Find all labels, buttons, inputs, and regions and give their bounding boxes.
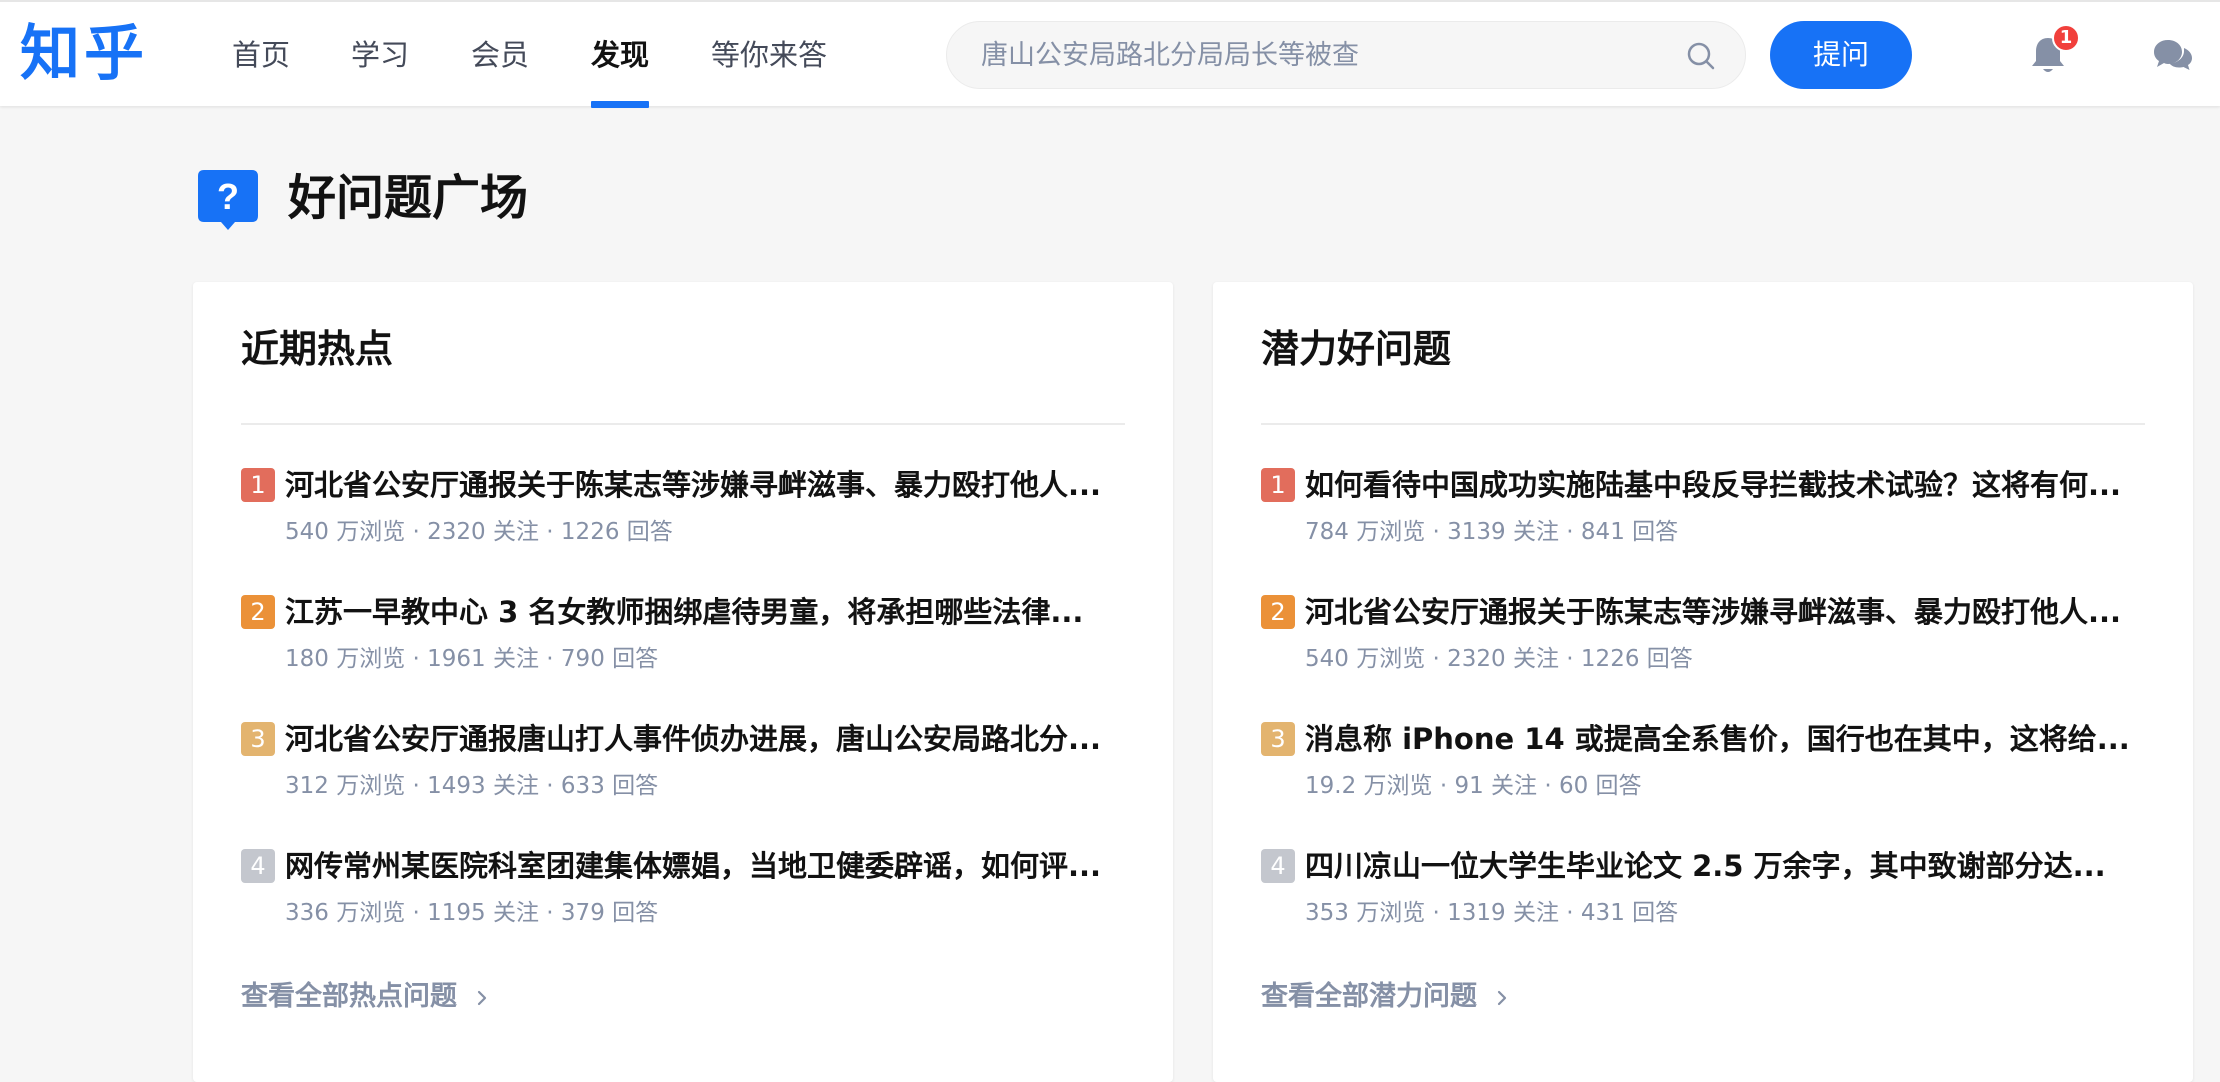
divider bbox=[241, 423, 1125, 425]
search-input[interactable] bbox=[981, 22, 1661, 88]
nav-tab-waiting-answers[interactable]: 等你来答 bbox=[711, 32, 827, 108]
divider bbox=[1261, 423, 2145, 425]
nav-tab-learn[interactable]: 学习 bbox=[351, 32, 409, 108]
question-stats: 180 万浏览 · 1961 关注 · 790 回答 bbox=[285, 641, 658, 677]
question-stats: 19.2 万浏览 · 91 关注 · 60 回答 bbox=[1305, 768, 1642, 804]
zhihu-logo[interactable]: 知乎 bbox=[20, 16, 148, 92]
potential-questions-card: 潜力好问题 1 如何看待中国成功实施陆基中段反导拦截技术试验？这将有何... 7… bbox=[1213, 282, 2193, 1082]
view-all-hot-link[interactable]: 查看全部热点问题 bbox=[241, 976, 488, 1018]
notification-badge: 1 bbox=[2052, 24, 2080, 52]
list-item[interactable]: 4 网传常州某医院科室团建集体嫖娼，当地卫健委辟谣，如何评... 336 万浏览… bbox=[241, 841, 1131, 951]
question-title[interactable]: 如何看待中国成功实施陆基中段反导拦截技术试验？这将有何... bbox=[1305, 460, 2151, 510]
link-label: 查看全部热点问题 bbox=[241, 981, 457, 1012]
question-title[interactable]: 河北省公安厅通报唐山打人事件侦办进展，唐山公安局路北分... bbox=[285, 714, 1131, 764]
list-item[interactable]: 1 河北省公安厅通报关于陈某志等涉嫌寻衅滋事、暴力殴打他人... 540 万浏览… bbox=[241, 460, 1131, 570]
question-stats: 336 万浏览 · 1195 关注 · 379 回答 bbox=[285, 895, 658, 931]
list-item[interactable]: 3 消息称 iPhone 14 或提高全系售价，国行也在其中，这将给... 19… bbox=[1261, 714, 2151, 824]
rank-badge: 1 bbox=[241, 468, 275, 502]
card-title: 潜力好问题 bbox=[1261, 324, 1451, 374]
svg-text:?: ? bbox=[217, 176, 239, 217]
rank-badge: 4 bbox=[241, 849, 275, 883]
question-title[interactable]: 消息称 iPhone 14 或提高全系售价，国行也在其中，这将给... bbox=[1305, 714, 2151, 764]
question-title[interactable]: 河北省公安厅通报关于陈某志等涉嫌寻衅滋事、暴力殴打他人... bbox=[285, 460, 1131, 510]
question-title[interactable]: 网传常州某医院科室团建集体嫖娼，当地卫健委辟谣，如何评... bbox=[285, 841, 1131, 891]
nav-tab-home[interactable]: 首页 bbox=[232, 32, 290, 108]
question-stats: 540 万浏览 · 2320 关注 · 1226 回答 bbox=[1305, 641, 1693, 677]
question-bubble-icon: ? bbox=[198, 170, 258, 232]
card-title: 近期热点 bbox=[241, 324, 393, 374]
question-title[interactable]: 江苏一早教中心 3 名女教师捆绑虐待男童，将承担哪些法律... bbox=[285, 587, 1131, 637]
chevron-right-icon bbox=[1496, 988, 1508, 1008]
list-item[interactable]: 3 河北省公安厅通报唐山打人事件侦办进展，唐山公安局路北分... 312 万浏览… bbox=[241, 714, 1131, 824]
search-bar bbox=[946, 21, 1746, 89]
link-label: 查看全部潜力问题 bbox=[1261, 981, 1477, 1012]
hot-topics-card: 近期热点 1 河北省公安厅通报关于陈某志等涉嫌寻衅滋事、暴力殴打他人... 54… bbox=[193, 282, 1173, 1082]
ask-question-button[interactable]: 提问 bbox=[1770, 21, 1912, 89]
rank-badge: 3 bbox=[1261, 722, 1295, 756]
question-title[interactable]: 河北省公安厅通报关于陈某志等涉嫌寻衅滋事、暴力殴打他人... bbox=[1305, 587, 2151, 637]
list-item[interactable]: 1 如何看待中国成功实施陆基中段反导拦截技术试验？这将有何... 784 万浏览… bbox=[1261, 460, 2151, 570]
question-title[interactable]: 四川凉山一位大学生毕业论文 2.5 万余字，其中致谢部分达... bbox=[1305, 841, 2151, 891]
question-stats: 312 万浏览 · 1493 关注 · 633 回答 bbox=[285, 768, 658, 804]
list-item[interactable]: 2 江苏一早教中心 3 名女教师捆绑虐待男童，将承担哪些法律... 180 万浏… bbox=[241, 587, 1131, 697]
search-icon[interactable] bbox=[1685, 40, 1717, 72]
nav-tab-membership[interactable]: 会员 bbox=[471, 32, 529, 108]
top-header: 知乎 首页 学习 会员 发现 等你来答 提问 1 bbox=[0, 0, 2220, 106]
rank-badge: 4 bbox=[1261, 849, 1295, 883]
view-all-potential-link[interactable]: 查看全部潜力问题 bbox=[1261, 976, 1508, 1018]
list-item[interactable]: 2 河北省公安厅通报关于陈某志等涉嫌寻衅滋事、暴力殴打他人... 540 万浏览… bbox=[1261, 587, 2151, 697]
rank-badge: 2 bbox=[1261, 595, 1295, 629]
rank-badge: 3 bbox=[241, 722, 275, 756]
chat-bubbles-icon[interactable] bbox=[2152, 36, 2194, 76]
question-stats: 353 万浏览 · 1319 关注 · 431 回答 bbox=[1305, 895, 1678, 931]
question-stats: 784 万浏览 · 3139 关注 · 841 回答 bbox=[1305, 514, 1678, 550]
rank-badge: 2 bbox=[241, 595, 275, 629]
chevron-right-icon bbox=[476, 988, 488, 1008]
page-title: 好问题广场 bbox=[288, 166, 528, 230]
question-stats: 540 万浏览 · 2320 关注 · 1226 回答 bbox=[285, 514, 673, 550]
rank-badge: 1 bbox=[1261, 468, 1295, 502]
list-item[interactable]: 4 四川凉山一位大学生毕业论文 2.5 万余字，其中致谢部分达... 353 万… bbox=[1261, 841, 2151, 951]
nav-tab-discover[interactable]: 发现 bbox=[591, 32, 649, 108]
